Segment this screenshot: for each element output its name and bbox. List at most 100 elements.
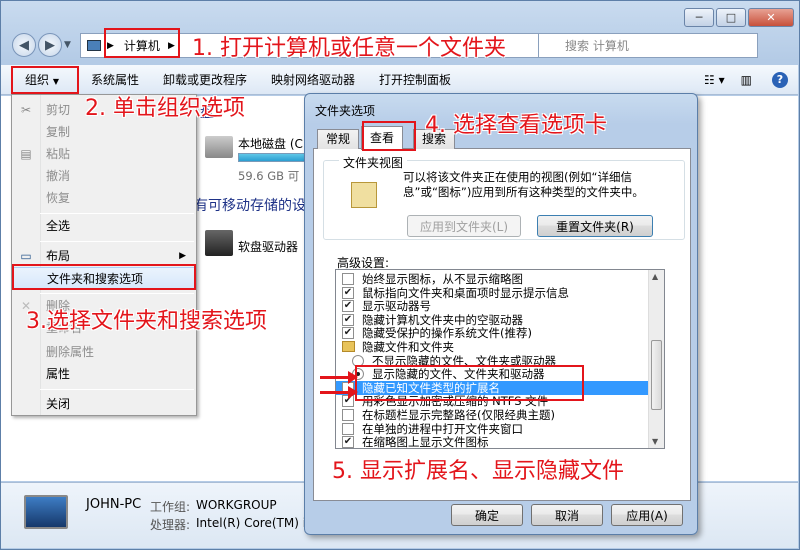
menu-separator xyxy=(40,241,194,242)
floppy-drive-label[interactable]: 软盘驱动器 xyxy=(238,238,298,255)
checkbox[interactable] xyxy=(342,273,354,285)
folder-views-label: 文件夹视图 xyxy=(339,154,408,171)
scroll-thumb[interactable] xyxy=(651,340,662,410)
uninstall-program-button[interactable]: 卸载或更改程序 xyxy=(151,71,259,88)
forward-arrow-icon: ▶ xyxy=(45,37,55,53)
setting-row[interactable]: ✔ 鼠标指向文件夹和桌面项时显示提示信息 xyxy=(336,285,664,300)
dialog-title: 文件夹选项 xyxy=(315,104,376,118)
menu-item-properties[interactable]: 属性 xyxy=(12,363,196,385)
tab-general[interactable]: 常规 xyxy=(317,129,360,149)
highlight-address-crumb xyxy=(104,28,180,58)
setting-row[interactable]: ✔ 显示驱动器号 xyxy=(336,299,664,314)
setting-label: 隐藏文件和文件夹 xyxy=(362,340,454,354)
disk-free-space: 59.6 GB 可 xyxy=(238,169,300,183)
map-network-drive-button[interactable]: 映射网络驱动器 xyxy=(259,71,367,88)
annotation-step5: 5. 显示扩展名、显示隐藏文件 xyxy=(332,459,624,484)
setting-label: 始终显示图标，从不显示缩略图 xyxy=(362,272,523,286)
annotation-step1: 1. 打开计算机或任意一个文件夹 xyxy=(192,36,506,61)
setting-row[interactable]: ✔ 隐藏受保护的操作系统文件(推荐) xyxy=(336,326,664,341)
computer-icon xyxy=(87,40,101,51)
annotation-step3: 3.选择文件夹和搜索选项 xyxy=(26,309,267,334)
computer-name: JOHN-PC xyxy=(86,497,142,512)
recent-pages-icon[interactable]: ▼ xyxy=(64,40,71,50)
minimize-button[interactable]: ─ xyxy=(684,8,714,27)
setting-label: 在标题栏显示完整路径(仅限经典主题) xyxy=(362,408,555,422)
menu-item-redo[interactable]: 恢复 xyxy=(12,187,196,209)
back-arrow-icon: ◀ xyxy=(19,37,29,53)
menu-item-remove-properties[interactable]: 删除属性 xyxy=(12,341,196,363)
setting-label: 显示驱动器号 xyxy=(362,299,431,314)
cancel-button[interactable]: 取消 xyxy=(531,504,603,526)
menu-item-paste[interactable]: ▤ 粘贴 xyxy=(12,143,196,165)
caption-buttons: ─ □ ✕ xyxy=(684,8,794,27)
menu-item-copy[interactable]: 复制 xyxy=(12,121,196,143)
menu-separator xyxy=(40,389,194,390)
checkbox[interactable] xyxy=(342,409,354,421)
checkbox-checked[interactable]: ✔ xyxy=(342,313,354,326)
checkbox-checked[interactable]: ✔ xyxy=(342,436,354,448)
scroll-down-icon[interactable]: ▼ xyxy=(652,437,658,446)
search-input[interactable]: 搜索 计算机 xyxy=(538,33,758,58)
reset-folders-button[interactable]: 重置文件夹(R) xyxy=(537,215,653,237)
checkbox-checked[interactable]: ✔ xyxy=(342,327,354,340)
advanced-settings-list[interactable]: 始终显示图标，从不显示缩略图 ✔ 鼠标指向文件夹和桌面项时显示提示信息 ✔ 显示驱动器号… xyxy=(335,269,665,449)
folder-icon xyxy=(342,341,355,352)
menu-item-close[interactable]: 关闭 xyxy=(12,393,196,415)
setting-row[interactable]: 隐藏文件和文件夹 xyxy=(336,340,664,354)
help-icon[interactable]: ? xyxy=(762,71,798,88)
apply-button[interactable]: 应用(A) xyxy=(611,504,683,526)
setting-label: 隐藏计算机文件夹中的空驱动器 xyxy=(362,312,523,327)
setting-label: 隐藏受保护的操作系统文件(推荐) xyxy=(362,326,532,341)
organize-menu: ✂ 剪切 复制 ▤ 粘贴 撤消 恢复 全选 ▭ 布局 ▶ 文件夹和搜索选项 ✕ 删除 重命… xyxy=(11,94,197,416)
apply-to-folders-button[interactable]: 应用到文件夹(L) xyxy=(407,215,521,237)
annotation-arrow-1 xyxy=(320,371,358,384)
floppy-drive-icon xyxy=(205,230,233,256)
ok-button[interactable]: 确定 xyxy=(451,504,523,526)
scroll-up-icon[interactable]: ▲ xyxy=(652,272,658,281)
removable-storage-header: 有可移动存储的设 xyxy=(194,198,306,214)
setting-row[interactable]: 在标题栏显示完整路径(仅限经典主题) xyxy=(336,408,664,422)
scissors-icon: ✂ xyxy=(20,103,32,117)
menu-separator xyxy=(40,213,194,214)
clipboard-icon: ▤ xyxy=(20,147,32,161)
settings-scrollbar[interactable]: ▲ ▼ xyxy=(648,270,664,448)
folder-views-description: 可以将该文件夹正在使用的视图(例如“详细信息”或“图标”)应用到所有这种类型的文… xyxy=(403,170,644,199)
annotation-arrow-2 xyxy=(320,386,358,399)
maximize-button[interactable]: □ xyxy=(716,8,746,27)
annotation-step2: 2. 单击组织选项 xyxy=(85,96,245,121)
local-disk-label[interactable]: 本地磁盘 (C xyxy=(238,135,303,152)
checkbox-checked[interactable]: ✔ xyxy=(342,300,354,313)
highlight-extension-settings xyxy=(355,365,584,401)
setting-row[interactable]: 始终显示图标，从不显示缩略图 xyxy=(336,272,664,286)
workgroup-label: 工作组: xyxy=(150,500,191,514)
checkbox[interactable] xyxy=(342,422,354,435)
computer-large-icon xyxy=(24,495,68,529)
highlight-view-tab xyxy=(362,121,416,151)
open-control-panel-button[interactable]: 打开控制面板 xyxy=(367,71,463,88)
folder-view-icon xyxy=(351,182,377,208)
system-properties-button[interactable]: 系统属性 xyxy=(79,71,151,88)
setting-label: 在单独的进程中打开文件夹窗口 xyxy=(362,421,523,436)
setting-row[interactable]: 在单独的进程中打开文件夹窗口 xyxy=(336,421,664,436)
forward-button[interactable]: ▶ xyxy=(38,33,62,57)
checkbox-checked[interactable]: ✔ xyxy=(342,286,354,299)
setting-label: 在缩略图上显示文件图标 xyxy=(362,435,489,449)
cpu-label: 处理器: xyxy=(150,518,191,532)
setting-label: 鼠标指向文件夹和桌面项时显示提示信息 xyxy=(362,285,569,300)
workgroup-value: WORKGROUP xyxy=(196,498,277,512)
view-options-icon[interactable]: ☷ ▾ xyxy=(698,73,731,87)
preview-pane-icon[interactable]: ▥ xyxy=(731,73,762,87)
close-button[interactable]: ✕ xyxy=(748,8,794,27)
cpu-value: Intel(R) Core(TM) i xyxy=(196,516,307,530)
hard-disk-icon xyxy=(205,136,233,158)
menu-item-select-all[interactable]: 全选 xyxy=(12,215,196,237)
layout-icon: ▭ xyxy=(20,249,32,263)
back-button[interactable]: ◀ xyxy=(12,33,36,57)
menu-item-undo[interactable]: 撤消 xyxy=(12,165,196,187)
setting-row[interactable]: ✔ 在缩略图上显示文件图标 xyxy=(336,435,664,449)
setting-row[interactable]: ✔ 隐藏计算机文件夹中的空驱动器 xyxy=(336,312,664,327)
highlight-organize-button xyxy=(11,66,79,94)
annotation-step4: 4. 选择查看选项卡 xyxy=(425,113,607,138)
menu-separator xyxy=(40,293,194,294)
highlight-folder-options-item xyxy=(12,264,196,290)
